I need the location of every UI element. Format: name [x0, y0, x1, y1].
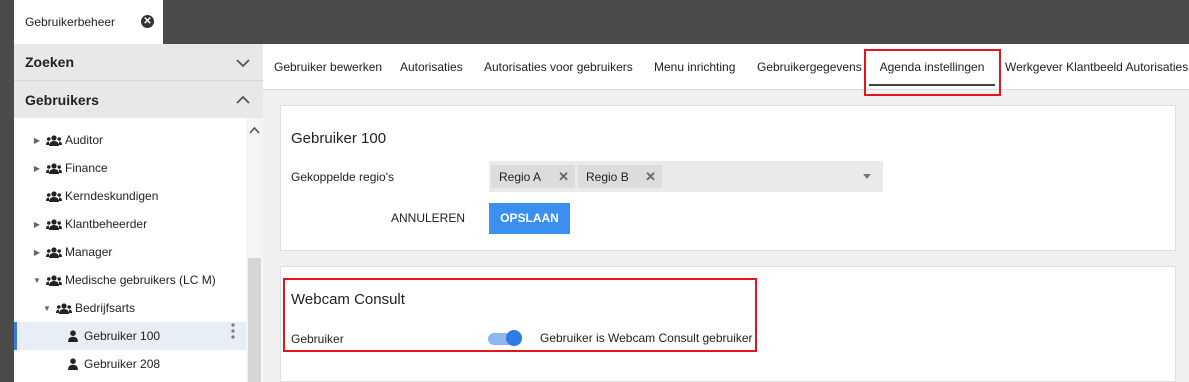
tree-item-label: Gebruiker 208 [84, 357, 161, 371]
tab-gebruikergegevens[interactable]: Gebruikergegevens [757, 44, 862, 90]
sidebar-scrollbar[interactable] [246, 118, 263, 382]
accordion-gebruikers[interactable]: Gebruikers [14, 81, 263, 118]
users-icon [46, 134, 62, 146]
remove-icon[interactable]: ✕ [558, 169, 569, 185]
tab-gebruiker-bewerken[interactable]: Gebruiker bewerken [274, 44, 382, 90]
caret-right-icon[interactable]: ▶ [32, 164, 42, 173]
tree-item-bedrijfsarts[interactable]: ▼ Bedrijfsarts [14, 294, 246, 322]
tree-item-label: Medische gebruikers (LC M) [65, 273, 216, 287]
caret-down-icon[interactable]: ▼ [32, 276, 42, 285]
tree-item-finance[interactable]: ▶ Finance [14, 154, 246, 182]
caret-down-icon[interactable]: ▼ [42, 304, 52, 313]
cancel-button[interactable]: ANNULEREN [391, 205, 465, 231]
chip-label: Regio A [499, 169, 542, 184]
caret-right-icon[interactable]: ▶ [32, 248, 42, 257]
tree-item-gebruiker-100[interactable]: Gebruiker 100 [14, 322, 246, 350]
tree-item-label: Auditor [65, 133, 104, 147]
chip-label: Regio B [586, 169, 629, 184]
regions-label: Gekoppelde regio's [291, 170, 395, 184]
region-chip: Regio A ✕ [491, 165, 575, 188]
tree-item-label: Kerndeskundigen [65, 189, 159, 203]
tab-gebruikerbeheer[interactable]: Gebruikerbeheer ✕ [14, 0, 163, 44]
top-bar: Gebruikerbeheer ✕ [0, 0, 1189, 44]
highlight-box [864, 49, 1001, 96]
tab-bar: Gebruiker bewerken Autorisaties Autorisa… [263, 44, 1189, 90]
accordion-label: Zoeken [25, 54, 75, 70]
users-icon [46, 162, 62, 174]
user-regions-card: Gebruiker 100 Gekoppelde regio's Regio A… [280, 105, 1176, 251]
chevron-up-icon [236, 95, 250, 104]
save-button[interactable]: OPSLAAN [489, 203, 570, 234]
tree-item-label: Bedrijfsarts [75, 301, 136, 315]
main-content: Gebruiker bewerken Autorisaties Autorisa… [263, 44, 1189, 382]
tab-werkgever-klantbeeld-autorisaties[interactable]: Werkgever Klantbeeld Autorisaties [1005, 44, 1188, 90]
tree-item-label: Gebruiker 100 [84, 329, 161, 343]
tree-item-kerndeskundigen[interactable]: Kerndeskundigen [14, 182, 246, 210]
tab-menu-inrichting[interactable]: Menu inrichting [654, 44, 735, 90]
accordion-label: Gebruikers [25, 91, 99, 108]
card-title: Gebruiker 100 [291, 130, 387, 147]
tab-title: Gebruikerbeheer [25, 15, 116, 29]
left-strip [0, 44, 14, 382]
user-tree: ▶ Auditor ▶ Finance Kerndeskundigen ▶ Kl… [14, 118, 246, 382]
caret-right-icon[interactable]: ▶ [32, 220, 42, 229]
highlight-box [283, 278, 757, 352]
tree-item-klantbeheerder[interactable]: ▶ Klantbeheerder [14, 210, 246, 238]
tree-item-label: Klantbeheerder [65, 217, 148, 231]
caret-right-icon[interactable]: ▶ [32, 136, 42, 145]
tree-item-manager[interactable]: ▶ Manager [14, 238, 246, 266]
users-icon [46, 218, 62, 230]
chevron-down-icon [236, 59, 250, 68]
regions-multiselect[interactable]: Regio A ✕ Regio B ✕ [489, 161, 883, 192]
close-icon[interactable]: ✕ [141, 15, 154, 28]
chevron-up-icon[interactable] [248, 124, 261, 136]
users-icon [56, 302, 72, 314]
users-icon [46, 246, 62, 258]
users-icon [46, 190, 62, 202]
remove-icon[interactable]: ✕ [645, 169, 656, 185]
users-icon [46, 274, 62, 286]
tab-autorisaties-voor-gebruikers[interactable]: Autorisaties voor gebruikers [484, 44, 633, 90]
dropdown-arrow-icon[interactable] [863, 174, 871, 179]
more-vertical-icon[interactable] [231, 323, 235, 339]
tree-item-medische-gebruikers[interactable]: ▼ Medische gebruikers (LC M) [14, 266, 246, 294]
accordion-zoeken[interactable]: Zoeken [14, 44, 263, 81]
tab-autorisaties[interactable]: Autorisaties [400, 44, 463, 90]
region-chip: Regio B ✕ [578, 165, 662, 188]
sidebar: Zoeken Gebruikers ▶ Auditor ▶ Finance Ke… [14, 44, 263, 382]
user-icon [68, 330, 78, 342]
tree-item-gebruiker-208[interactable]: Gebruiker 208 [14, 350, 246, 378]
tree-item-auditor[interactable]: ▶ Auditor [14, 126, 246, 154]
tree-item-label: Manager [65, 245, 113, 259]
scroll-thumb[interactable] [248, 258, 261, 382]
tree-item-label: Finance [65, 161, 108, 175]
user-icon [68, 358, 78, 370]
